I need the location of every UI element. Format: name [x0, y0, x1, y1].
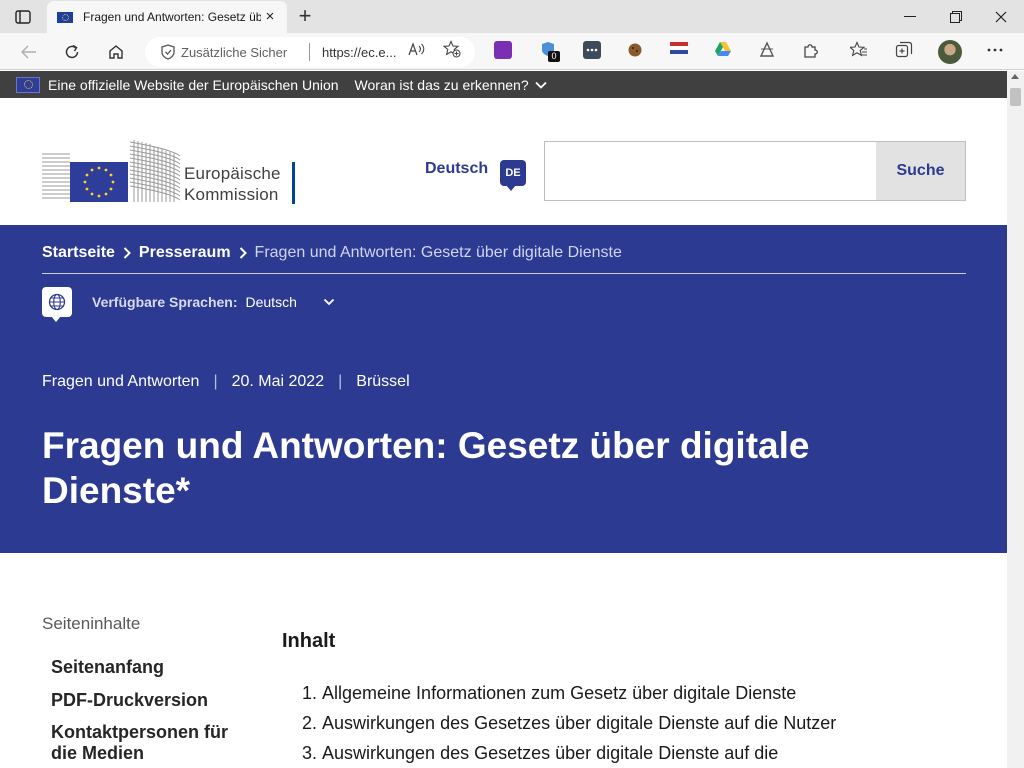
- profile-avatar[interactable]: [938, 40, 962, 64]
- chevron-down-icon[interactable]: [323, 298, 335, 306]
- official-site-text: Eine offizielle Website der Europäischen…: [48, 76, 339, 93]
- article-place: Brüssel: [356, 373, 410, 390]
- globe-icon: [42, 287, 72, 322]
- tab-title: Fragen und Antworten: Gesetz üb: [83, 10, 261, 24]
- how-to-know-toggle[interactable]: Woran ist das zu erkennen?: [355, 77, 547, 93]
- scrollbar-thumb[interactable]: [1010, 88, 1021, 106]
- tab-close-icon[interactable]: ×: [261, 8, 279, 26]
- toc-item-number: 3.: [302, 743, 318, 763]
- new-tab-button[interactable]: +: [292, 4, 318, 30]
- article-type: Fragen und Antworten: [42, 373, 200, 390]
- eu-flag-icon: [16, 76, 40, 93]
- close-window-icon[interactable]: [978, 0, 1024, 33]
- language-selector[interactable]: Deutsch: [425, 160, 488, 178]
- shield-icon: [161, 44, 175, 60]
- how-to-know-label: Woran ist das zu erkennen?: [354, 76, 529, 93]
- chevron-right-icon: [239, 247, 247, 259]
- read-aloud-icon[interactable]: [408, 40, 426, 58]
- tab-actions-icon[interactable]: [8, 6, 38, 28]
- toc-item-text: Allgemeine Informationen zum Gesetz über…: [322, 683, 797, 703]
- breadcrumb-press[interactable]: Presseraum: [139, 244, 231, 262]
- toc-item-text: Auswirkungen des Gesetzes über digitale …: [322, 743, 779, 763]
- search-button[interactable]: Suche: [876, 141, 966, 201]
- breadcrumb-home[interactable]: Startseite: [42, 244, 115, 262]
- cookie-extension-icon[interactable]: [626, 41, 644, 59]
- browser-tab-active[interactable]: Fragen und Antworten: Gesetz üb ×: [47, 1, 287, 33]
- tracker-extension-icon[interactable]: [758, 41, 776, 59]
- onenote-extension-icon[interactable]: [494, 41, 512, 59]
- logo-accent-bar: [292, 162, 295, 204]
- available-languages: Verfügbare Sprachen: Deutsch: [42, 287, 335, 322]
- sidebar-link-top[interactable]: Seitenanfang: [51, 657, 251, 678]
- meta-separator: |: [213, 373, 218, 390]
- breadcrumb-divider: [42, 273, 966, 274]
- page-title: Fragen und Antworten: Gesetz über digita…: [42, 425, 810, 511]
- logo-line-2: Kommission: [184, 185, 279, 204]
- restore-icon[interactable]: [933, 0, 979, 33]
- home-icon[interactable]: [101, 37, 131, 67]
- sidebar-heading: Seiteninhalte: [42, 614, 141, 633]
- toc-item[interactable]: 1. Allgemeine Informationen zum Gesetz üb…: [302, 682, 902, 712]
- breadcrumb-current: Fragen und Antworten: Gesetz über digita…: [254, 244, 622, 261]
- toc-item[interactable]: 2. Auswirkungen des Gesetzes über digital…: [302, 712, 902, 742]
- browser-tab-bar: Fragen und Antworten: Gesetz üb × +: [0, 0, 1024, 33]
- breadcrumb: Startseite Presseraum Fragen und Antwort…: [42, 244, 622, 262]
- minimize-icon[interactable]: [887, 0, 933, 33]
- toc-item-number: 1.: [302, 683, 318, 703]
- language-dropdown-value[interactable]: Deutsch: [246, 294, 297, 310]
- sidebar-link-pdf[interactable]: PDF-Druckversion: [51, 690, 251, 711]
- chevron-down-icon: [534, 81, 547, 89]
- toc-item[interactable]: 3. Auswirkungen des Gesetzes über digital…: [302, 742, 902, 768]
- language-code-badge[interactable]: DE: [500, 160, 526, 191]
- extension-badge: 0: [548, 51, 560, 62]
- article-date: 20. Mai 2022: [231, 373, 325, 390]
- table-of-contents: 1. Allgemeine Informationen zum Gesetz üb…: [302, 682, 902, 768]
- meta-separator: |: [338, 373, 343, 390]
- page-scrollbar[interactable]: [1007, 71, 1024, 768]
- web-page: Eine offizielle Website der Europäischen…: [0, 71, 1007, 768]
- site-security-indicator[interactable]: Zusätzliche Sicher: [161, 44, 301, 60]
- toc-item-number: 2.: [302, 713, 318, 733]
- article-meta: Fragen und Antworten | 20. Mai 2022 | Br…: [42, 373, 410, 391]
- more-dots-extension-icon[interactable]: [583, 41, 601, 59]
- add-favorite-icon[interactable]: [443, 40, 461, 58]
- favorites-icon[interactable]: [848, 41, 868, 59]
- commission-building-logo-icon: [42, 140, 181, 202]
- back-icon[interactable]: [14, 37, 44, 67]
- toc-item-text: Auswirkungen des Gesetzes über digitale …: [322, 713, 837, 733]
- page-hero: Startseite Presseraum Fragen und Antwort…: [0, 225, 1007, 553]
- security-label: Zusätzliche Sicher: [181, 44, 288, 60]
- logo-line-1: Europäische: [184, 164, 281, 183]
- eu-favicon-icon: [57, 11, 73, 23]
- flag-extension-icon[interactable]: [670, 41, 688, 59]
- browser-toolbar: Zusätzliche Sicher https://ec.e... 0: [0, 33, 1024, 70]
- google-drive-extension-icon[interactable]: [714, 41, 732, 59]
- site-header: Europäische Kommission Deutsch DE Suche: [0, 98, 1007, 225]
- content-heading: Inhalt: [282, 630, 336, 652]
- scroll-up-arrow-icon[interactable]: [1011, 74, 1019, 79]
- url-text: https://ec.e...: [322, 44, 397, 60]
- more-options-icon[interactable]: [986, 41, 1004, 59]
- eu-official-banner: Eine offizielle Website der Europäischen…: [0, 71, 1007, 98]
- collections-icon[interactable]: [895, 41, 913, 59]
- available-languages-label: Verfügbare Sprachen:: [92, 294, 238, 310]
- chevron-right-icon: [123, 247, 131, 259]
- logo-wordmark: Europäische Kommission: [184, 163, 281, 205]
- search-input[interactable]: [544, 141, 877, 201]
- refresh-icon[interactable]: [57, 37, 87, 67]
- european-commission-logo[interactable]: Europäische Kommission: [42, 136, 302, 204]
- sidebar-link-media-contacts[interactable]: Kontaktpersonen für die Medien: [51, 722, 251, 764]
- extensions-puzzle-icon[interactable]: [802, 41, 820, 59]
- url-separator: [309, 43, 310, 61]
- bitwarden-extension-icon[interactable]: 0: [539, 41, 560, 62]
